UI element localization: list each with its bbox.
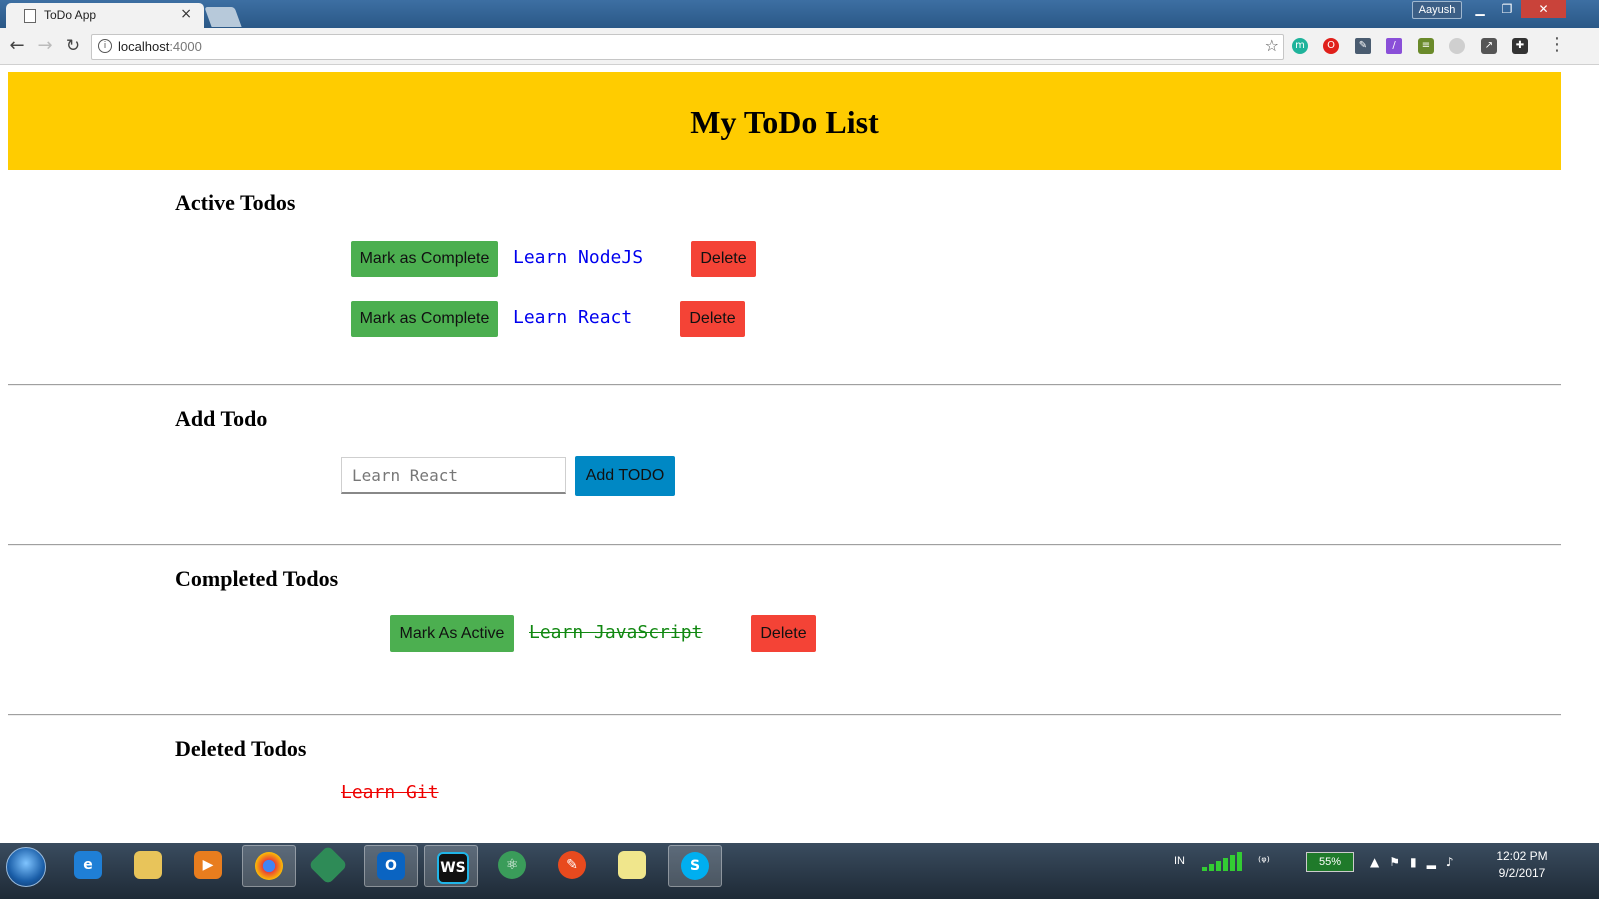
folder-icon — [134, 851, 162, 879]
internet-explorer-icon: e — [74, 851, 102, 879]
taskbar-git[interactable] — [302, 845, 354, 885]
brush-icon: ✎ — [558, 851, 586, 879]
section-divider — [8, 384, 1561, 386]
git-icon — [308, 845, 348, 885]
back-arrow-icon[interactable]: ← — [6, 35, 28, 57]
completed-todo-text: Learn JavaScript — [529, 622, 703, 643]
taskbar-file-explorer[interactable] — [122, 845, 174, 885]
taskbar-webstorm[interactable]: WS — [424, 845, 478, 887]
browser-title-bar: ToDo App × Aayush ▁ ❐ ✕ — [0, 0, 1599, 28]
windows-taskbar: e ▶ O WS ⚛ ✎ S IN ⁽ᵠ⁾ 55% ▲⚑▮▂♪ 12:02 PM… — [0, 843, 1599, 899]
taskbar-brush-app[interactable]: ✎ — [546, 845, 598, 885]
extension-arrow-icon[interactable]: ↗ — [1481, 38, 1497, 54]
todo-input[interactable] — [341, 457, 566, 494]
extension-puzzle-icon[interactable]: ✚ — [1512, 38, 1528, 54]
taskbar-outlook[interactable]: O — [364, 845, 418, 887]
section-divider — [8, 714, 1561, 716]
extension-pen-icon[interactable]: / — [1386, 38, 1402, 54]
chrome-icon — [255, 852, 283, 880]
delete-button[interactable]: Delete — [751, 615, 816, 652]
webstorm-icon: WS — [437, 852, 469, 884]
section-divider — [8, 544, 1561, 546]
extension-stack-icon[interactable]: ≡ — [1418, 38, 1434, 54]
skype-icon: S — [681, 852, 709, 880]
forward-arrow-icon[interactable]: → — [34, 35, 56, 57]
page-title: My ToDo List — [690, 104, 879, 140]
atom-icon: ⚛ — [498, 851, 526, 879]
delete-button[interactable]: Delete — [691, 241, 756, 277]
clock-date[interactable]: 9/2/2017 — [1490, 866, 1554, 880]
url-text: localhost:4000 — [118, 39, 202, 54]
system-tray-icons[interactable]: ▲⚑▮▂♪ — [1370, 855, 1463, 869]
mark-active-button[interactable]: Mark As Active — [390, 615, 514, 652]
new-tab-button[interactable] — [204, 7, 242, 27]
page-icon — [24, 9, 36, 23]
wireless-icon[interactable]: ⁽ᵠ⁾ — [1258, 855, 1270, 870]
completed-todos-heading: Completed Todos — [175, 566, 339, 591]
active-todos-heading: Active Todos — [175, 190, 296, 215]
bookmark-star-icon[interactable]: ☆ — [1265, 36, 1279, 55]
extension-opera-icon[interactable]: O — [1323, 38, 1339, 54]
taskbar-chrome[interactable] — [242, 845, 296, 887]
add-todo-heading: Add Todo — [175, 406, 268, 431]
tab-close-icon[interactable]: × — [180, 6, 192, 22]
tab-todo-app[interactable]: ToDo App × — [6, 3, 204, 28]
tab-title: ToDo App — [44, 8, 97, 22]
language-indicator[interactable]: IN — [1174, 855, 1185, 867]
deleted-todo-text: Learn Git — [341, 782, 439, 803]
mark-complete-button[interactable]: Mark as Complete — [351, 301, 498, 337]
media-player-icon: ▶ — [194, 851, 222, 879]
deleted-todos-heading: Deleted Todos — [175, 736, 307, 761]
app-header: My ToDo List — [8, 72, 1561, 170]
extension-circle-icon[interactable] — [1449, 38, 1465, 54]
battery-indicator[interactable]: 55% — [1306, 852, 1354, 872]
restore-icon[interactable]: ❐ — [1494, 0, 1520, 18]
active-todo-text: Learn React — [513, 307, 633, 328]
browser-menu-icon[interactable]: ⋮ — [1548, 34, 1566, 55]
close-window-icon[interactable]: ✕ — [1521, 0, 1566, 18]
taskbar-internet-explorer[interactable]: e — [62, 845, 114, 885]
sticky-notes-icon — [618, 851, 646, 879]
delete-button[interactable]: Delete — [680, 301, 745, 337]
address-bar[interactable]: i localhost:4000 ☆ — [91, 34, 1284, 60]
network-meter-icon[interactable] — [1200, 851, 1244, 873]
extension-eyedropper-icon[interactable]: ✎ — [1355, 38, 1371, 54]
reload-icon[interactable]: ↻ — [62, 35, 84, 57]
active-todo-text: Learn NodeJS — [513, 247, 644, 268]
info-icon[interactable]: i — [98, 39, 112, 53]
add-todo-button[interactable]: Add TODO — [575, 456, 675, 496]
start-button[interactable] — [6, 847, 46, 887]
mark-complete-button[interactable]: Mark as Complete — [351, 241, 498, 277]
taskbar-atom[interactable]: ⚛ — [486, 845, 538, 885]
minimize-icon[interactable]: ▁ — [1467, 0, 1493, 18]
taskbar-skype[interactable]: S — [668, 845, 722, 887]
clock-time[interactable]: 12:02 PM — [1490, 849, 1554, 863]
taskbar-sticky-notes[interactable] — [606, 845, 658, 885]
outlook-icon: O — [377, 852, 405, 880]
profile-button[interactable]: Aayush — [1412, 1, 1462, 19]
extension-m-icon[interactable]: m — [1292, 38, 1308, 54]
browser-toolbar: ← → ↻ i localhost:4000 ☆ m O ✎ / ≡ ↗ ✚ ⋮ — [0, 28, 1599, 65]
taskbar-media-player[interactable]: ▶ — [182, 845, 234, 885]
